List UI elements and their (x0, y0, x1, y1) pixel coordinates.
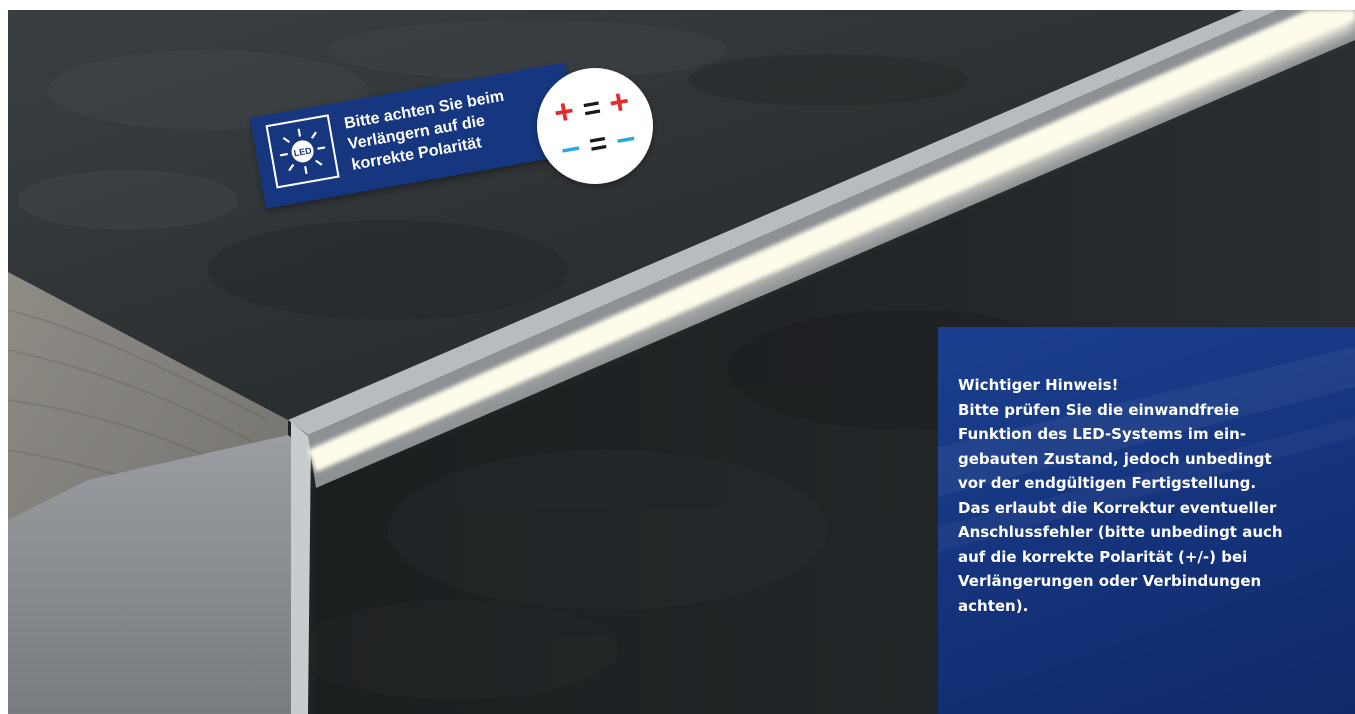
profile-vertical (291, 422, 311, 714)
equals-icon: = (587, 126, 610, 162)
plus-icon: + (606, 82, 632, 123)
led-bulb-icon: LED (265, 114, 340, 189)
plus-icon: + (551, 92, 577, 133)
minus-icon: – (558, 127, 583, 168)
polarity-diagram: + = + – = – (537, 68, 653, 184)
notice-text: Wichtiger Hinweis! Bitte prüfen Sie die … (958, 376, 1283, 615)
equals-icon: = (580, 91, 603, 127)
notice-panel: Wichtiger Hinweis! Bitte prüfen Sie die … (938, 327, 1355, 714)
minus-icon: – (613, 118, 638, 159)
